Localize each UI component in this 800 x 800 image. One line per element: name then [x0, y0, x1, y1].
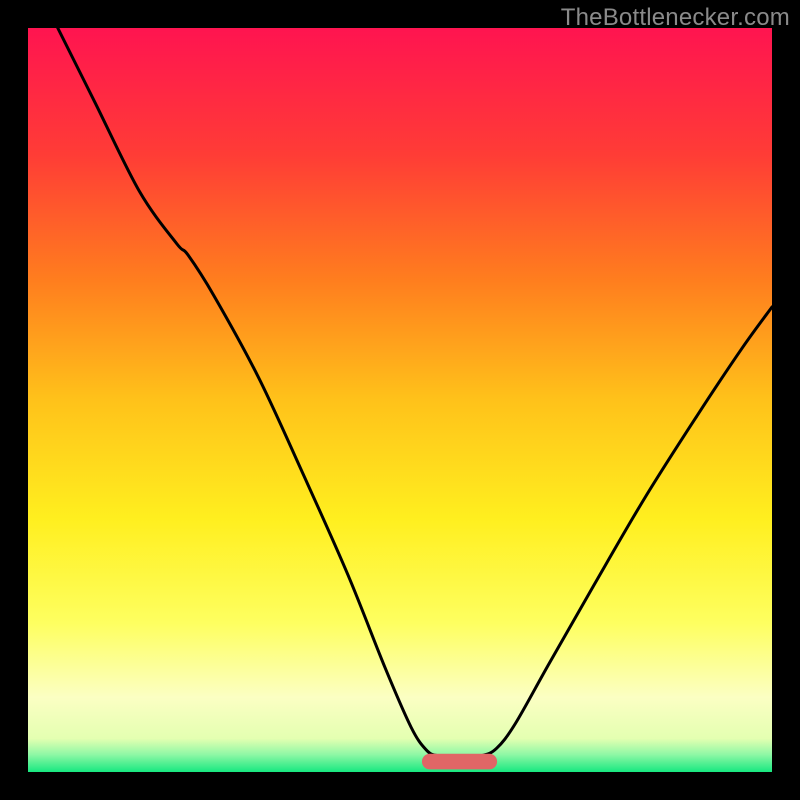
plot-area — [28, 28, 772, 772]
bottleneck-curve-chart — [28, 28, 772, 772]
gradient-background — [28, 28, 772, 772]
chart-frame: TheBottlenecker.com — [0, 0, 800, 800]
